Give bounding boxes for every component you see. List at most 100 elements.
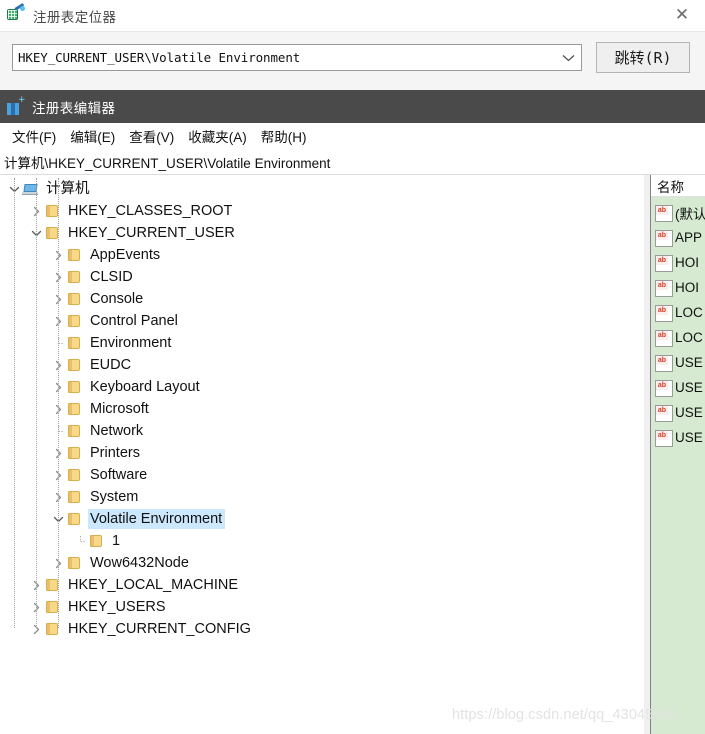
tree-item-label: HKEY_CLASSES_ROOT [68, 203, 233, 219]
folder-icon [66, 555, 83, 571]
string-value-icon: ab [655, 355, 673, 372]
menu-item-3[interactable]: 查看(V) [122, 124, 181, 148]
string-value-icon: ab [655, 380, 673, 397]
registry-locator-icon [6, 2, 26, 26]
tree-item-[interactable]: 计算机 [0, 178, 643, 200]
value-list-item[interactable]: ab (默认 [651, 200, 705, 225]
locator-titlebar: 注册表定位器 ✕ [0, 0, 705, 31]
value-list-item[interactable]: ab LOC [651, 325, 705, 350]
tree-item-appevents[interactable]: AppEvents [0, 244, 643, 266]
tree-item-console[interactable]: Console [0, 288, 643, 310]
value-list-item[interactable]: ab USE [651, 425, 705, 450]
pane-splitter[interactable] [643, 175, 651, 734]
screen-root: 注册表定位器 ✕ HKEY_CURRENT_USER\Volatile Envi… [0, 0, 705, 734]
tree-item-microsoft[interactable]: Microsoft [0, 398, 643, 420]
folder-icon [88, 533, 105, 549]
tree-item-software[interactable]: Software [0, 464, 643, 486]
tree-item-label: Microsoft [90, 401, 149, 417]
folder-icon [66, 423, 83, 439]
value-name: APP [675, 230, 703, 245]
close-icon[interactable]: ✕ [659, 0, 705, 31]
tree-item-label: 1 [112, 533, 121, 549]
folder-icon [66, 357, 83, 373]
registry-tree-pane: 计算机 HKEY_CLASSES_ROOT HKEY_CURRENT_USER App… [0, 175, 643, 734]
string-value-icon: ab [655, 280, 673, 297]
folder-icon [66, 379, 83, 395]
menubar: 文件(F) 编辑(E) 查看(V) 收藏夹(A) 帮助(H) [0, 123, 705, 150]
registry-editor-icon: + [7, 95, 26, 115]
value-list-item[interactable]: ab HOI [651, 275, 705, 300]
folder-icon [66, 401, 83, 417]
tree-item-label: Volatile Environment [88, 509, 226, 529]
registry-path-combobox[interactable]: HKEY_CURRENT_USER\Volatile Environment [12, 44, 582, 71]
menu-item-4[interactable]: 收藏夹(A) [181, 124, 254, 148]
folder-icon [66, 511, 83, 527]
tree-item-label: Software [90, 467, 148, 483]
tree-item-label: Wow6432Node [90, 555, 189, 571]
value-list-item[interactable]: ab HOI [651, 250, 705, 275]
registry-path-input[interactable]: HKEY_CURRENT_USER\Volatile Environment [13, 50, 555, 65]
folder-icon [66, 467, 83, 483]
tree-item-label: HKEY_CURRENT_USER [68, 225, 235, 241]
string-value-icon: ab [655, 330, 673, 347]
registry-editor-icon-cell [15, 110, 19, 115]
string-value-icon: ab [655, 205, 673, 222]
tree-item-label: Environment [90, 335, 172, 351]
tree-item-clsid[interactable]: CLSID [0, 266, 643, 288]
value-list-item[interactable]: ab USE [651, 400, 705, 425]
tree-item-label: Network [90, 423, 144, 439]
tree-item-network[interactable]: Network [0, 420, 643, 442]
tree-item-1[interactable]: 1 [0, 530, 643, 552]
string-value-icon: ab [655, 305, 673, 322]
tree-guide-icon [72, 533, 88, 549]
tree-item-system[interactable]: System [0, 486, 643, 508]
tree-item-environment[interactable]: Environment [0, 332, 643, 354]
locator-title: 注册表定位器 [33, 9, 117, 25]
tree-item-hkey-current-user[interactable]: HKEY_CURRENT_USER [0, 222, 643, 244]
tree-item-label: HKEY_USERS [68, 599, 166, 615]
folder-icon [66, 445, 83, 461]
value-list-item[interactable]: ab APP [651, 225, 705, 250]
folder-icon [66, 291, 83, 307]
value-name: LOC [675, 305, 703, 320]
value-list-item[interactable]: ab LOC [651, 300, 705, 325]
folder-icon [66, 247, 83, 263]
column-header-name[interactable]: 名称 [651, 175, 705, 197]
tree-guide-line [14, 178, 15, 628]
value-list-item[interactable]: ab USE [651, 375, 705, 400]
value-name: USE [675, 380, 703, 395]
value-name: (默认 [675, 206, 705, 222]
split-panes: 计算机 HKEY_CLASSES_ROOT HKEY_CURRENT_USER App… [0, 175, 705, 734]
tree-item-hkey-users[interactable]: HKEY_USERS [0, 596, 643, 618]
tree-item-label: Control Panel [90, 313, 178, 329]
menu-item-2[interactable]: 编辑(E) [63, 124, 122, 148]
tree-item-wow6432node[interactable]: Wow6432Node [0, 552, 643, 574]
registry-editor-window: + 注册表编辑器 文件(F) 编辑(E) 查看(V) 收藏夹(A) 帮助(H) 计算机\… [0, 90, 705, 734]
value-name: USE [675, 405, 703, 420]
regedit-title: 注册表编辑器 [32, 100, 116, 116]
tree-item-hkey-classes-root[interactable]: HKEY_CLASSES_ROOT [0, 200, 643, 222]
tree-guide-line [58, 178, 59, 628]
value-name: USE [675, 430, 703, 445]
tree-item-keyboard-layout[interactable]: Keyboard Layout [0, 376, 643, 398]
tree-item-volatile-environment[interactable]: Volatile Environment [0, 508, 643, 530]
tree-item-hkey-local-machine[interactable]: HKEY_LOCAL_MACHINE [0, 574, 643, 596]
tree-item-printers[interactable]: Printers [0, 442, 643, 464]
tree-item-label: CLSID [90, 269, 133, 285]
chevron-down-icon[interactable] [555, 45, 581, 70]
jump-button[interactable]: 跳转(R) [596, 42, 690, 73]
value-name: LOC [675, 330, 703, 345]
value-list-item[interactable]: ab USE [651, 350, 705, 375]
tree-item-label: EUDC [90, 357, 132, 373]
tree-item-hkey-current-config[interactable]: HKEY_CURRENT_CONFIG [0, 618, 643, 640]
menu-item-5[interactable]: 帮助(H) [254, 124, 314, 148]
tree-item-label: Console [90, 291, 144, 307]
value-name: HOI [675, 280, 700, 295]
tree-item-eudc[interactable]: EUDC [0, 354, 643, 376]
registry-locator-window: 注册表定位器 ✕ HKEY_CURRENT_USER\Volatile Envi… [0, 0, 705, 90]
menu-item-1[interactable]: 文件(F) [5, 124, 63, 148]
tree-item-label: AppEvents [90, 247, 161, 263]
address-bar[interactable]: 计算机\HKEY_CURRENT_USER\Volatile Environme… [0, 150, 705, 175]
regedit-titlebar: + 注册表编辑器 [0, 90, 705, 123]
tree-item-control-panel[interactable]: Control Panel [0, 310, 643, 332]
